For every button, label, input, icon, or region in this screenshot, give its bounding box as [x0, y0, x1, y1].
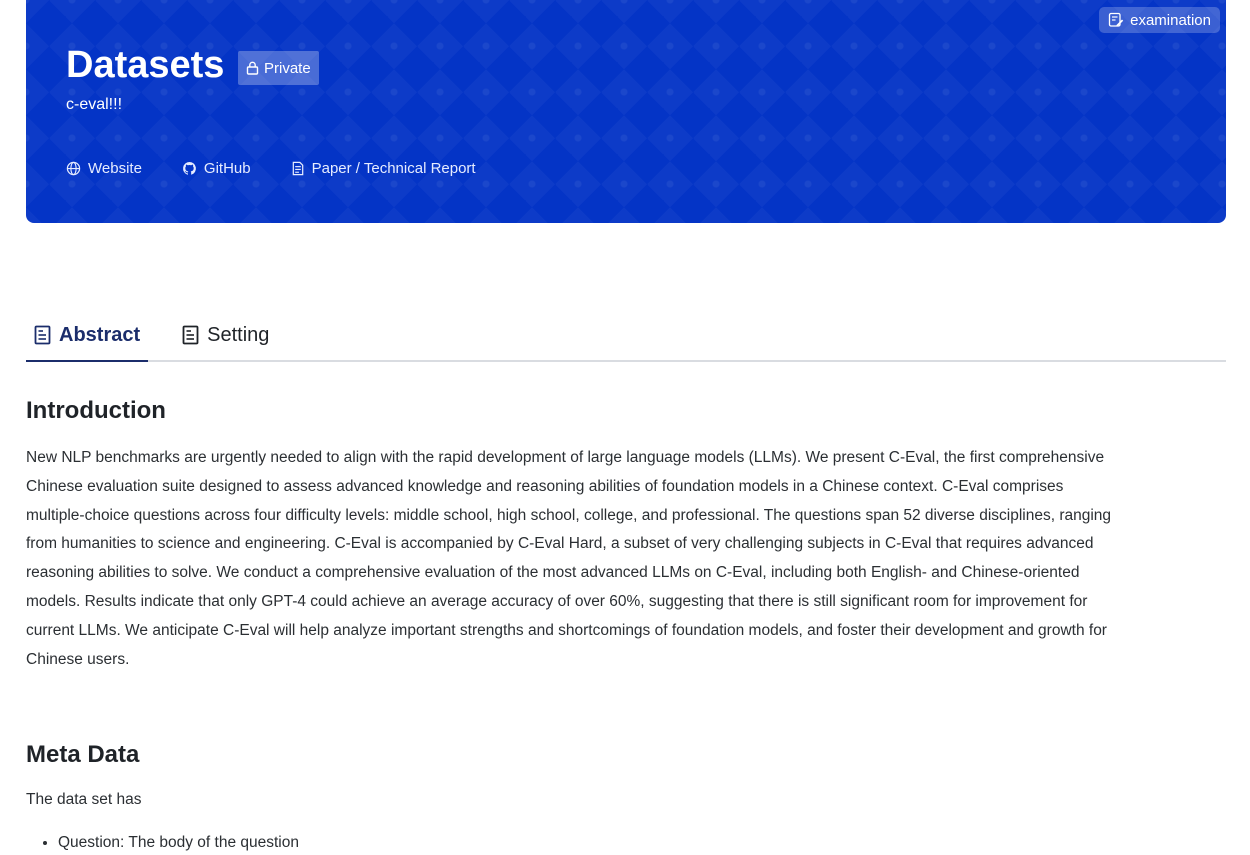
meta-data-heading: Meta Data: [26, 741, 140, 768]
visibility-badge: Private: [238, 51, 319, 85]
introduction-heading: Introduction: [26, 397, 166, 424]
category-tag[interactable]: examination: [1099, 7, 1220, 33]
meta-data-list: Question: The body of the question: [26, 831, 299, 855]
tab-setting-label: Setting: [207, 323, 270, 346]
paper-link-label: Paper / Technical Report: [311, 160, 476, 177]
dataset-subtitle: c-eval!!!: [66, 96, 123, 113]
list-item: Question: The body of the question: [58, 831, 299, 855]
edit-note-icon: [1108, 12, 1124, 28]
globe-icon: [66, 161, 81, 176]
resource-links: Website GitHub Paper / Technical Report: [66, 160, 476, 177]
github-link[interactable]: GitHub: [182, 160, 251, 177]
introduction-body: New NLP benchmarks are urgently needed t…: [26, 449, 1112, 668]
page: Datasets Private c-eval!!! Website GitHu…: [0, 0, 1250, 855]
content-tabs: Abstract Setting: [26, 310, 1226, 362]
paper-link[interactable]: Paper / Technical Report: [291, 160, 476, 177]
tab-abstract-label: Abstract: [59, 323, 141, 346]
dataset-banner: Datasets Private c-eval!!! Website GitHu…: [26, 0, 1226, 223]
tab-abstract[interactable]: Abstract: [26, 310, 149, 362]
document-icon: [291, 161, 305, 176]
document-icon: [34, 325, 51, 345]
website-link[interactable]: Website: [66, 160, 142, 177]
website-link-label: Website: [88, 160, 142, 177]
github-icon: [182, 161, 197, 176]
document-icon: [182, 325, 199, 345]
tab-setting[interactable]: Setting: [174, 310, 277, 360]
github-link-label: GitHub: [203, 160, 251, 177]
category-tag-label: examination: [1130, 11, 1211, 29]
meta-data-intro: The data set has: [26, 791, 142, 808]
lock-icon: [246, 61, 259, 75]
page-title: Datasets: [66, 44, 225, 86]
visibility-label: Private: [264, 59, 311, 77]
